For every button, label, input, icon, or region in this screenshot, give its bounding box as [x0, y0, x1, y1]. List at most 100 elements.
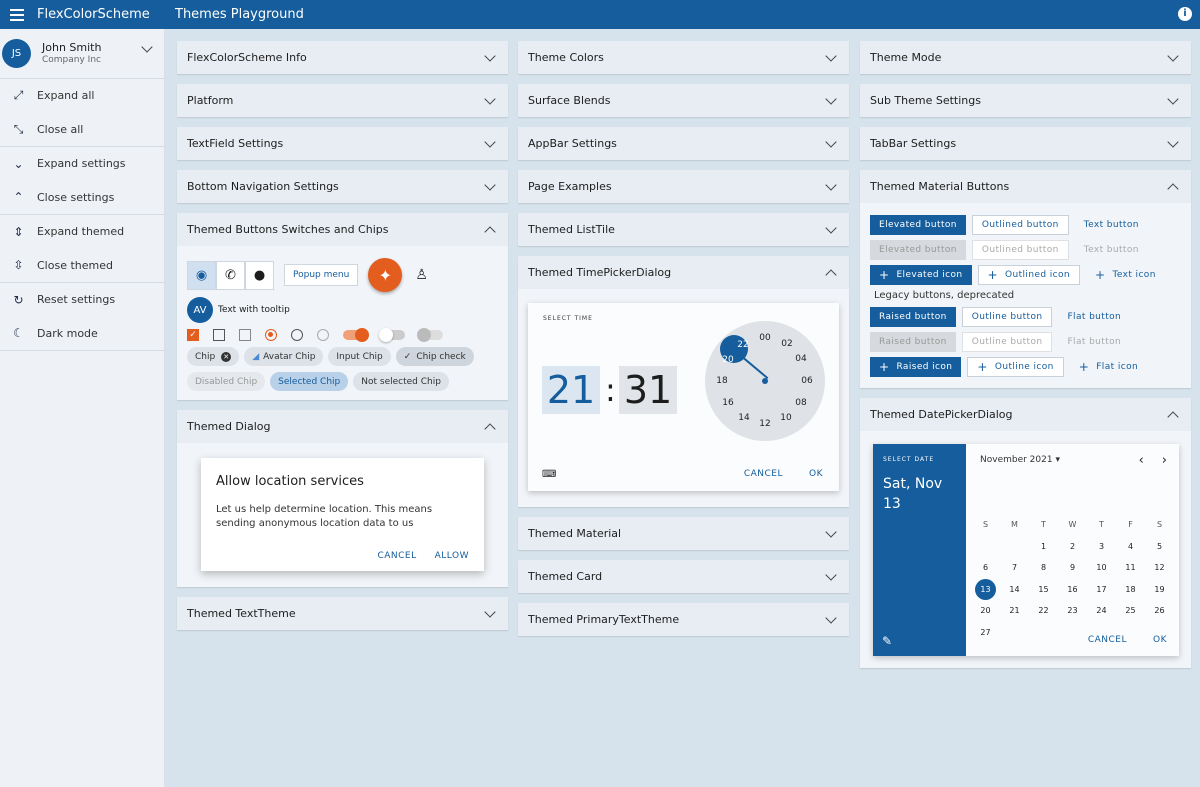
day-cell[interactable]: 25 [1116, 600, 1145, 622]
panel-header[interactable]: Themed TextTheme [177, 597, 508, 630]
raised-button[interactable]: Raised button [870, 307, 956, 327]
panel-header[interactable]: Page Examples [518, 170, 849, 203]
day-cell[interactable]: 16 [1058, 579, 1087, 601]
cancel-button[interactable]: CANCEL [377, 551, 416, 561]
panel-header[interactable]: Platform [177, 84, 508, 117]
flat-button-disabled[interactable]: Flat button [1058, 332, 1130, 352]
tooltip-text[interactable]: Text with tooltip [218, 305, 290, 315]
edit-icon[interactable]: ✎ [882, 634, 892, 648]
day-cell[interactable]: 18 [1116, 579, 1145, 601]
outlined-button-disabled[interactable]: Outlined button [971, 240, 1069, 260]
switch-on[interactable] [343, 328, 369, 342]
panel-header[interactable]: TextField Settings [177, 127, 508, 160]
radio-selected[interactable] [265, 329, 277, 341]
panel-header[interactable]: Themed Card [518, 560, 849, 593]
day-cell[interactable]: 14 [1000, 579, 1029, 601]
day-cell[interactable]: 13 [975, 578, 996, 600]
day-cell[interactable]: 5 [1145, 536, 1174, 558]
panel-header[interactable]: Bottom Navigation Settings [177, 170, 508, 203]
day-cell[interactable]: 1 [1029, 536, 1058, 558]
raised-button-disabled[interactable]: Raised button [870, 332, 956, 352]
keyboard-icon[interactable]: ⌨ [542, 469, 556, 480]
day-cell[interactable]: 17 [1087, 579, 1116, 601]
panel-header[interactable]: Theme Mode [860, 41, 1191, 74]
day-cell[interactable]: 23 [1058, 600, 1087, 622]
panel-header[interactable]: TabBar Settings [860, 127, 1191, 160]
panel-header[interactable]: Themed ListTile [518, 213, 849, 246]
day-cell[interactable]: 22 [1029, 600, 1058, 622]
day-cell[interactable]: 20 [971, 600, 1000, 622]
toggle-mouse-icon[interactable]: ◉ [187, 260, 216, 290]
chevron-right-icon[interactable]: › [1162, 453, 1167, 468]
chip-check[interactable]: ✓ Chip check [395, 347, 474, 366]
panel-header[interactable]: AppBar Settings [518, 127, 849, 160]
drawer-item-expand-settings[interactable]: ⌄ Expand settings [0, 147, 164, 181]
panel-header[interactable]: Themed DatePickerDialog [860, 398, 1191, 431]
elevated-button[interactable]: Elevated button [870, 215, 966, 235]
chevron-down-icon[interactable] [141, 41, 153, 53]
outlined-button[interactable]: Outlined button [971, 215, 1069, 235]
clock-dial[interactable]: 00 04 06 08 10 12 14 16 18 20 22 02 [705, 321, 825, 441]
toggle-account-icon[interactable]: ● [245, 260, 274, 290]
day-cell[interactable]: 6 [971, 557, 1000, 579]
drawer-item-close-themed[interactable]: ⇳ Close themed [0, 249, 164, 283]
input-chip[interactable]: Input Chip [328, 347, 391, 366]
selected-chip[interactable]: Selected Chip [270, 372, 349, 391]
popup-menu-button[interactable]: Popup menu [284, 264, 359, 286]
drawer-item-expand-themed[interactable]: ⇕ Expand themed [0, 215, 164, 249]
checkbox-checked[interactable]: ✓ [187, 329, 199, 341]
outline-button-disabled[interactable]: Outline button [961, 332, 1053, 352]
panel-header[interactable]: Theme Colors [518, 41, 849, 74]
panel-header[interactable]: Sub Theme Settings [860, 84, 1191, 117]
day-cell[interactable]: 3 [1087, 536, 1116, 558]
drawer-item-expand-all[interactable]: ⤢ Expand all [0, 79, 164, 113]
day-cell[interactable]: 7 [1000, 557, 1029, 579]
drawer-item-close-settings[interactable]: ⌃ Close settings [0, 181, 164, 215]
flat-button[interactable]: Flat button [1058, 307, 1130, 327]
toggle-phone-icon[interactable]: ✆ [216, 260, 245, 290]
radio-disabled[interactable] [317, 329, 329, 341]
panel-header[interactable]: Themed TimePickerDialog [518, 256, 849, 289]
day-cell[interactable]: 8 [1029, 557, 1058, 579]
day-cell[interactable]: 15 [1029, 579, 1058, 601]
day-cell[interactable]: 9 [1058, 557, 1087, 579]
text-icon-button[interactable]: + Text icon [1086, 265, 1165, 285]
minute-field[interactable]: 31 [619, 366, 677, 414]
chevron-left-icon[interactable]: ‹ [1139, 453, 1144, 468]
day-cell[interactable]: 4 [1116, 536, 1145, 558]
info-icon[interactable]: i [1178, 7, 1192, 21]
day-cell[interactable]: 27 [971, 622, 1000, 644]
close-icon[interactable]: ✕ [221, 351, 232, 362]
panel-header[interactable]: Themed PrimaryTextTheme [518, 603, 849, 636]
elevated-icon-button[interactable]: + Elevated icon [870, 265, 972, 285]
drawer-item-close-all[interactable]: ⤡ Close all [0, 113, 164, 147]
panel-header[interactable]: Themed Dialog [177, 410, 508, 443]
switch-disabled[interactable] [417, 328, 443, 342]
drawer-item-dark-mode[interactable]: ☾ Dark mode [0, 317, 164, 351]
text-button-disabled[interactable]: Text button [1075, 240, 1148, 260]
menu-icon[interactable] [10, 8, 24, 21]
avatar-chip[interactable]: ◢ Avatar Chip [244, 347, 324, 366]
cancel-button[interactable]: CANCEL [744, 469, 783, 479]
chip[interactable]: Chip ✕ [187, 347, 240, 366]
raised-icon-button[interactable]: + Raised icon [870, 357, 962, 377]
cancel-button[interactable]: CANCEL [1088, 635, 1127, 645]
checkbox-disabled[interactable] [239, 329, 251, 341]
radio-unselected[interactable] [291, 329, 303, 341]
flat-icon-button[interactable]: + Flat icon [1070, 357, 1147, 377]
accessibility-fab[interactable]: ✦ [368, 258, 403, 292]
accessibility-icon[interactable]: ♙ [415, 267, 428, 283]
outline-icon-button[interactable]: + Outline icon [967, 357, 1064, 377]
switch-off[interactable] [379, 328, 405, 342]
allow-button[interactable]: ALLOW [435, 551, 469, 561]
day-cell[interactable]: 10 [1087, 557, 1116, 579]
panel-header[interactable]: Surface Blends [518, 84, 849, 117]
outlined-icon-button[interactable]: + Outlined icon [977, 265, 1081, 285]
panel-header[interactable]: FlexColorScheme Info [177, 41, 508, 74]
user-header[interactable]: JS John Smith Company Inc [0, 29, 164, 79]
day-cell[interactable]: 21 [1000, 600, 1029, 622]
day-cell[interactable]: 12 [1145, 557, 1174, 579]
outline-button[interactable]: Outline button [961, 307, 1053, 327]
day-cell[interactable]: 24 [1087, 600, 1116, 622]
checkbox-unchecked[interactable] [213, 329, 225, 341]
